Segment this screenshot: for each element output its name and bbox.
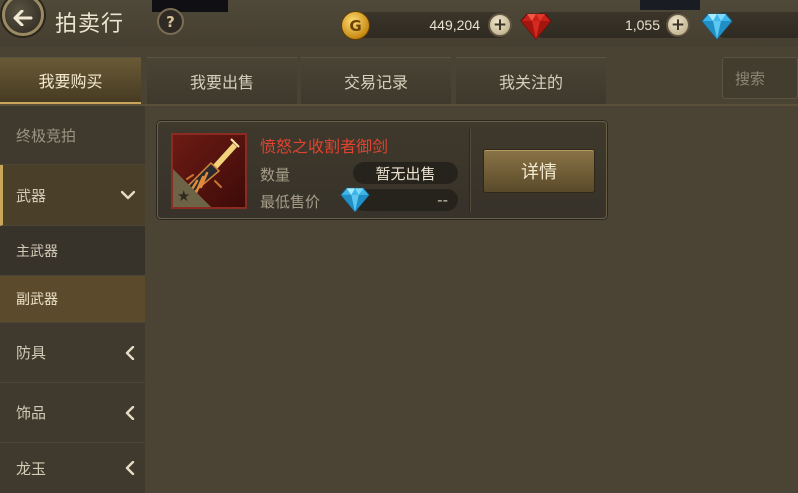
sidebar-item-label: 主武器 bbox=[16, 243, 58, 260]
red-gem-icon bbox=[520, 13, 552, 40]
details-button[interactable]: 详情 bbox=[483, 149, 595, 193]
sidebar-item-dragon-jade[interactable]: 龙玉 bbox=[0, 443, 145, 493]
chevron-left-icon bbox=[125, 461, 135, 475]
tab-buy[interactable]: 我要购买 bbox=[0, 57, 141, 104]
sidebar-item-label: 龙玉 bbox=[16, 459, 47, 478]
card-divider bbox=[469, 129, 470, 212]
sidebar-item-ultimate-auction[interactable]: 终极竞拍 bbox=[0, 106, 145, 165]
add-red-gem-button[interactable]: + bbox=[666, 13, 690, 37]
item-name: 愤怒之收割者御剑 bbox=[260, 137, 389, 156]
blue-diamond-icon bbox=[340, 187, 370, 213]
sidebar-item-label: 终极竞拍 bbox=[16, 126, 77, 145]
sidebar-item-sub-weapon[interactable]: 副武器 bbox=[0, 276, 145, 323]
sidebar-item-accessories[interactable]: 饰品 bbox=[0, 383, 145, 443]
item-icon[interactable]: ★ bbox=[171, 133, 247, 209]
quantity-value: 暂无出售 bbox=[353, 162, 458, 184]
sidebar-item-armor[interactable]: 防具 bbox=[0, 323, 145, 383]
sidebar-item-label: 副武器 bbox=[16, 292, 58, 308]
add-gold-button[interactable]: + bbox=[488, 13, 512, 37]
tab-watchlist[interactable]: 我关注的 bbox=[456, 57, 606, 104]
min-price-label: 最低售价 bbox=[260, 193, 321, 211]
help-button[interactable]: ? bbox=[157, 8, 184, 35]
sidebar-item-label: 饰品 bbox=[16, 404, 47, 422]
sidebar-item-label: 防具 bbox=[16, 344, 47, 362]
page-title: 拍卖行 bbox=[55, 12, 125, 37]
chevron-down-icon bbox=[121, 190, 135, 200]
top-decoration-right bbox=[640, 0, 700, 10]
blue-diamond-icon bbox=[701, 13, 733, 40]
tab-sell[interactable]: 我要出售 bbox=[147, 57, 297, 104]
gold-amount: 449,204 bbox=[429, 17, 480, 33]
back-arrow-icon bbox=[13, 10, 33, 26]
gold-coin-icon: G bbox=[341, 11, 370, 40]
red-gem-amount: 1,055 bbox=[624, 17, 660, 33]
star-icon: ★ bbox=[177, 187, 191, 205]
chevron-left-icon bbox=[125, 345, 135, 360]
search-input[interactable]: 搜索 bbox=[722, 57, 798, 99]
sidebar-item-main-weapon[interactable]: 主武器 bbox=[0, 226, 145, 276]
quantity-label: 数量 bbox=[260, 166, 291, 184]
sidebar-item-weapons[interactable]: 武器 bbox=[0, 165, 145, 226]
tab-trade-history[interactable]: 交易记录 bbox=[301, 57, 451, 104]
chevron-left-icon bbox=[125, 405, 135, 420]
sidebar-item-label: 武器 bbox=[16, 186, 47, 205]
